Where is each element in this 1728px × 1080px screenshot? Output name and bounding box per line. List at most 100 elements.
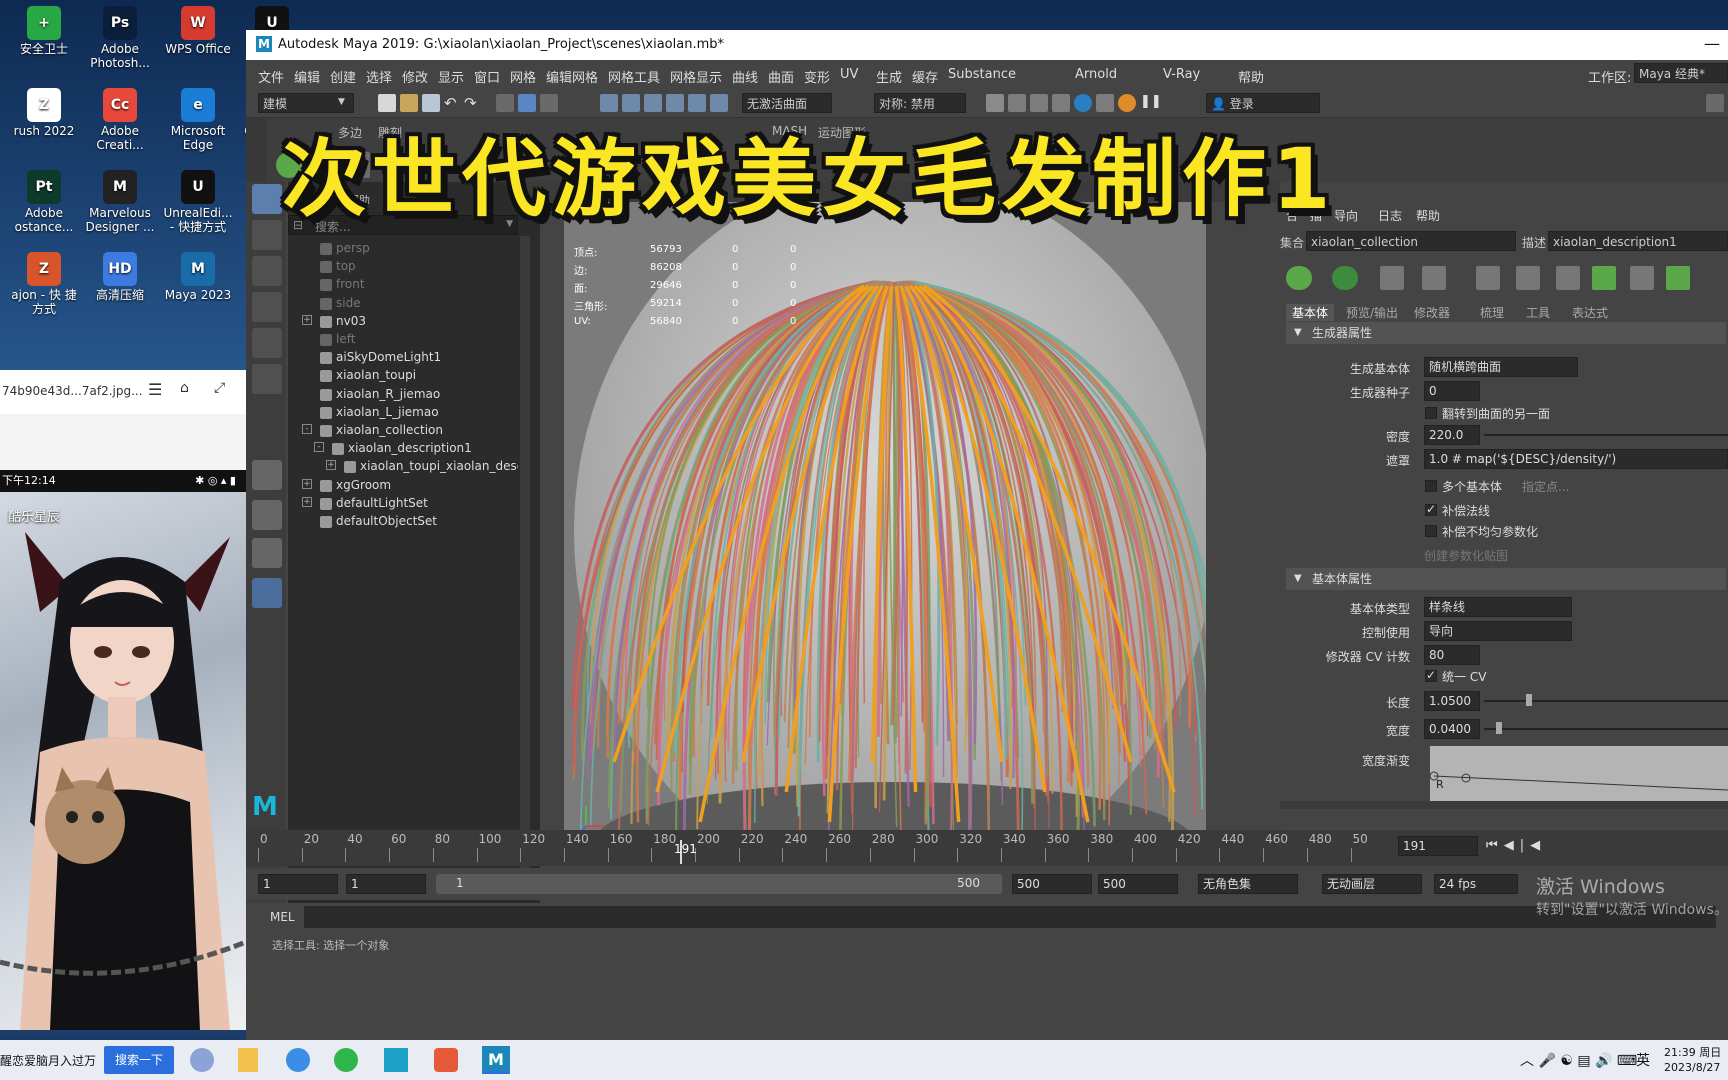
flip-guide-icon[interactable] (1666, 266, 1690, 290)
desktop-icon[interactable]: M Marvelous Designer ... (82, 170, 158, 234)
menu-item[interactable]: 选择 (366, 67, 392, 86)
multi-primitive-checkbox[interactable] (1425, 480, 1437, 492)
comp-param-checkbox[interactable] (1425, 525, 1437, 537)
select-hierarchy-icon[interactable] (496, 94, 514, 112)
playback-end-field[interactable]: 500 (1012, 874, 1092, 894)
outliner-item[interactable]: defaultObjectSet (288, 513, 518, 531)
collapse-icon[interactable]: - (302, 424, 312, 434)
scale-tool-icon[interactable] (252, 364, 282, 394)
playback-start-field[interactable]: 1 (346, 874, 426, 894)
length-field[interactable]: 1.0500 (1424, 691, 1480, 711)
desktop-icon[interactable]: HD 高清压缩 (82, 252, 158, 302)
snap-live-icon[interactable] (710, 94, 728, 112)
tab-primitives-active[interactable]: 基本体 (1286, 304, 1335, 321)
live-surface-field[interactable]: 无激活曲面 (742, 93, 832, 113)
time-slider[interactable]: 0 20 40 60 80 100 120 140 160 180 200 220 240 260 280 3… (246, 830, 1728, 866)
outliner-item[interactable]: top (288, 258, 518, 276)
generator-select[interactable]: 随机横跨曲面 (1424, 357, 1578, 377)
render-settings-icon[interactable] (1052, 94, 1070, 112)
flip-checkbox[interactable] (1425, 407, 1437, 419)
mel-input[interactable] (304, 906, 634, 928)
generator-section-header[interactable]: ▼ 生成器属性 (1286, 322, 1726, 344)
clock-time[interactable]: 21:39 周日 (1664, 1044, 1721, 1060)
xgen-tab[interactable]: 预览/输出 (1346, 304, 1398, 321)
desktop-icon[interactable]: Ps Adobe Photosh... (82, 6, 158, 70)
outliner-item[interactable]: xiaolan_L_jiemao (288, 404, 518, 422)
menu-item[interactable]: 显示 (438, 67, 464, 86)
tray-icons[interactable]: ︿ 🎤 ☯ ▤ 🔊 ⌨ (1520, 1050, 1637, 1070)
menu-item[interactable]: 修改 (402, 67, 428, 86)
menu-item[interactable]: 创建 (330, 67, 356, 86)
outliner-layout-icon[interactable] (252, 578, 282, 608)
select-cv-icon[interactable] (1516, 266, 1540, 290)
sculpt-guide-icon[interactable] (1422, 266, 1446, 290)
save-scene-icon[interactable] (422, 94, 440, 112)
outliner-item[interactable]: xiaolan_R_jiemao (288, 386, 518, 404)
insert-cv-icon[interactable] (1476, 266, 1500, 290)
expand-icon[interactable]: + (326, 460, 336, 471)
comp-normal-checkbox[interactable]: ✓ (1425, 502, 1437, 516)
clock-date[interactable]: 2023/8/27 (1664, 1061, 1720, 1074)
menu-item[interactable]: UV (840, 67, 858, 82)
snap-surface-icon[interactable] (688, 94, 706, 112)
menu-item[interactable]: 曲线 (732, 67, 758, 86)
lock-length-icon[interactable] (1556, 266, 1580, 290)
collection-select[interactable]: xiaolan_collection (1306, 231, 1516, 251)
width-field[interactable]: 0.0400 (1424, 719, 1480, 739)
wechat-icon[interactable] (334, 1048, 358, 1072)
character-set-select[interactable]: 无角色集 (1198, 874, 1298, 894)
menu-item[interactable]: 编辑 (294, 67, 320, 86)
select-component-icon[interactable] (540, 94, 558, 112)
menu-item[interactable]: 缓存 (912, 67, 938, 86)
snap-point-icon[interactable] (644, 94, 662, 112)
minimize-icon[interactable]: — (1704, 34, 1720, 53)
login-button[interactable]: 👤 登录 (1206, 93, 1320, 113)
pin-icon[interactable]: ⌂ (180, 380, 189, 396)
select-object-icon[interactable] (518, 94, 536, 112)
rotate-tool-icon[interactable] (252, 328, 282, 358)
hypershade-icon[interactable] (1074, 94, 1092, 112)
xgen-tab[interactable]: 修改器 (1414, 304, 1450, 321)
length-slider[interactable] (1484, 700, 1728, 702)
desktop-icon[interactable]: U UnrealEdi... - 快捷方式 (160, 170, 236, 234)
fps-select[interactable]: 24 fps (1434, 874, 1518, 894)
ime-indicator[interactable]: 英 (1636, 1050, 1650, 1070)
primitive-type-select[interactable]: 样条线 (1424, 597, 1572, 617)
render-view-icon[interactable] (1008, 94, 1026, 112)
paint-select-icon[interactable] (252, 256, 282, 286)
open-scene-icon[interactable] (400, 94, 418, 112)
menu-item[interactable]: 变形 (804, 67, 830, 86)
menu-item[interactable]: Arnold (1075, 67, 1117, 82)
redo-icon[interactable]: ↷ (464, 94, 482, 112)
rebuild-guide-icon[interactable] (1630, 266, 1654, 290)
width-slider[interactable] (1484, 728, 1728, 730)
ipr-icon[interactable] (1030, 94, 1048, 112)
density-field[interactable]: 220.0 (1424, 425, 1480, 445)
start-time-field[interactable]: 1 (258, 874, 338, 894)
xgen-tab[interactable]: 工具 (1526, 304, 1550, 321)
outliner-item[interactable]: aiSkyDomeLight1 (288, 349, 518, 367)
symmetry-select[interactable]: 对称: 禁用 (874, 93, 966, 113)
menu-item[interactable]: Substance (948, 67, 1016, 82)
outliner-item[interactable]: - xiaolan_description1 (288, 440, 518, 458)
xgen-tab[interactable]: 表达式 (1572, 304, 1608, 321)
xgen-menu-help[interactable]: 帮助 (1416, 207, 1440, 224)
workspace-select[interactable]: Maya 经典* (1634, 63, 1728, 83)
photo-app-icon[interactable] (434, 1048, 458, 1072)
eye-icon[interactable] (1286, 266, 1312, 290)
maya-taskbar-icon[interactable]: M (482, 1046, 510, 1074)
width-slider-handle[interactable] (1496, 722, 1502, 734)
density-slider[interactable] (1484, 434, 1728, 436)
create-param-map-button[interactable]: 创建参数化贴图 (1424, 547, 1508, 564)
xgen-menu-log[interactable]: 日志 (1378, 207, 1402, 224)
file-explorer-icon[interactable] (238, 1048, 258, 1072)
outliner-item[interactable]: persp (288, 240, 518, 258)
display-preview-icon[interactable] (1332, 266, 1358, 290)
control-select[interactable]: 导向 (1424, 621, 1572, 641)
news-ticker[interactable]: 醒恋爱脑月入过万 (0, 1052, 96, 1069)
xgen-tab[interactable]: 梳理 (1480, 304, 1504, 321)
select-tool-icon[interactable] (252, 184, 282, 214)
collapse-icon[interactable]: - (314, 442, 324, 453)
outliner-item[interactable]: + xgGroom (288, 477, 518, 495)
menu-item[interactable]: V-Ray (1163, 67, 1200, 82)
